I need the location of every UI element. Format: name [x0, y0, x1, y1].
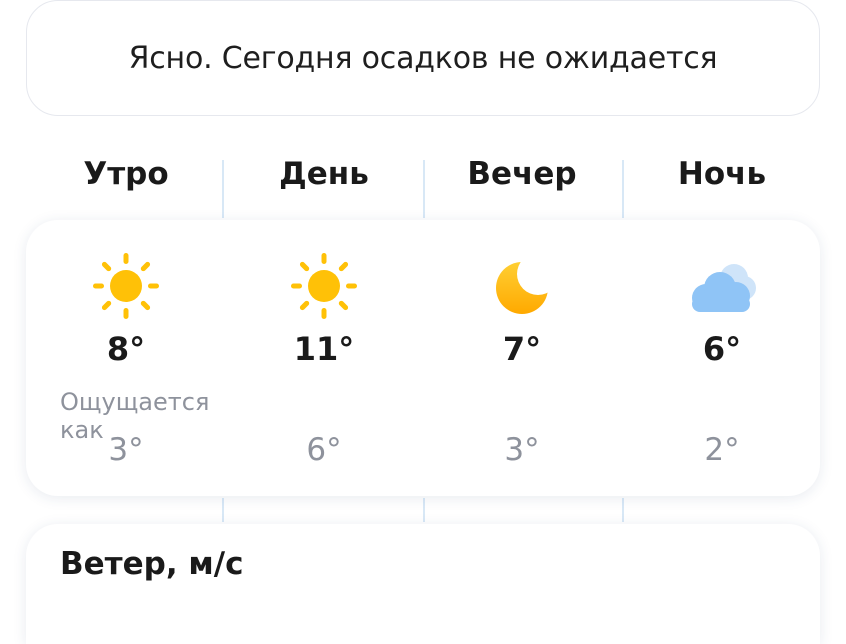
- column-divider: [222, 498, 224, 522]
- period-label-night: Ночь: [677, 156, 767, 192]
- wind-title: Ветер, м/с: [60, 546, 244, 582]
- temperature-value: 6°: [702, 330, 742, 368]
- sun-icon: [93, 253, 159, 319]
- temperatures-card: 8° Ощущается как 3° 11° 6° 7° 3° 6° 2°: [26, 220, 820, 496]
- cloud-icon: [692, 264, 756, 312]
- period-column-evening: 7° 3°: [422, 220, 622, 496]
- wind-card: Ветер, м/с: [26, 524, 820, 644]
- period-column-morning: 8° Ощущается как 3°: [26, 220, 226, 496]
- moon-icon: [496, 262, 548, 314]
- feels-like-value: 6°: [306, 432, 342, 468]
- column-divider: [622, 160, 624, 218]
- column-divider: [423, 160, 425, 218]
- period-label-evening: Вечер: [467, 156, 577, 192]
- column-divider: [622, 498, 624, 522]
- weather-summary-text: Ясно. Сегодня осадков не ожидается: [128, 40, 718, 76]
- period-column-day: 11° 6°: [224, 220, 424, 496]
- period-column-night: 6° 2°: [622, 220, 822, 496]
- temperature-value: 7°: [502, 330, 542, 368]
- period-label-day: День: [279, 156, 369, 192]
- temperature-value: 11°: [293, 330, 355, 368]
- feels-like-value: 2°: [704, 432, 740, 468]
- weather-summary-card: Ясно. Сегодня осадков не ожидается: [26, 0, 820, 116]
- column-divider: [222, 160, 224, 218]
- period-label-morning: Утро: [83, 156, 169, 192]
- feels-like-value: 3°: [108, 432, 144, 468]
- temperature-value: 8°: [106, 330, 146, 368]
- feels-like-value: 3°: [504, 432, 540, 468]
- column-divider: [423, 498, 425, 522]
- sun-icon: [291, 253, 357, 319]
